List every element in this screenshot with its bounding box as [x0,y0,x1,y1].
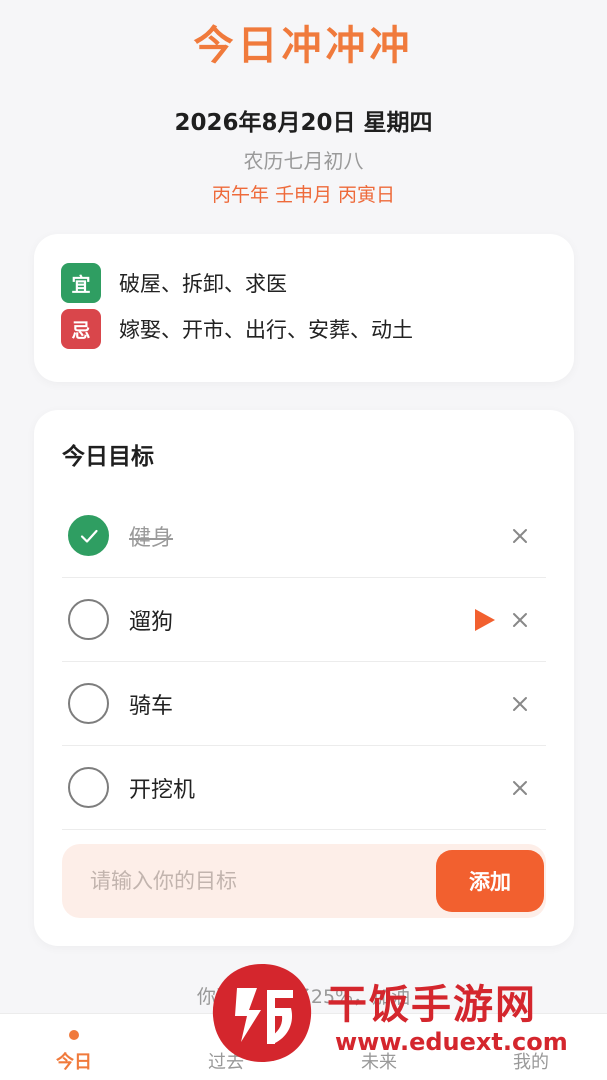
active-dot-icon [69,1030,79,1040]
header: 今日冲冲冲 2026年8月20日 星期四 农历七月初八 丙午年 壬申月 丙寅日 [0,0,607,208]
goal-item: 健身 [62,494,546,578]
add-goal-bar: 添加 [62,844,546,918]
goal-input[interactable] [62,844,432,918]
almanac-ji-row: 忌 嫁娶、开市、出行、安葬、动土 [61,309,574,349]
goal-label: 骑车 [129,693,174,719]
goal-item: 遛狗 [62,578,546,662]
ji-badge: 忌 [61,309,101,349]
goal-label: 健身 [129,525,174,551]
goal-item: 开挖机 [62,746,546,830]
goal-item: 骑车 [62,662,546,746]
tab-today[interactable]: 今日 [24,1014,124,1080]
app-title: 今日冲冲冲 [193,23,414,69]
goals-title: 今日目标 [62,444,154,470]
lunar-date-label: 农历七月初八 [243,149,364,173]
goals-card: 今日目标 健身 遛狗 骑车 开挖机 请输入你的目标 添加 [34,410,574,946]
delete-icon[interactable] [508,692,532,716]
watermark-url: www.eduext.com [335,1028,568,1056]
goal-label: 遛狗 [129,609,174,635]
ganzhi-label: 丙午年 壬申月 丙寅日 [211,184,396,206]
almanac-card: 宜 破屋、拆卸、求医 忌 嫁娶、开市、出行、安葬、动土 [34,234,574,382]
watermark: 干饭手游网 www.eduext.com [207,958,597,1068]
checkmark-icon [80,529,98,543]
goal-checkbox[interactable] [68,767,109,808]
almanac-yi-row: 宜 破屋、拆卸、求医 [61,263,574,303]
goal-checkbox-checked[interactable] [68,515,109,556]
tab-label: 今日 [56,1052,92,1073]
add-button[interactable]: 添加 [436,850,544,912]
ji-text: 嫁娶、开市、出行、安葬、动土 [119,318,413,342]
watermark-brand: 干饭手游网 [327,982,537,1028]
delete-icon[interactable] [508,776,532,800]
yi-badge: 宜 [61,263,101,303]
goal-checkbox[interactable] [68,683,109,724]
yi-text: 破屋、拆卸、求医 [119,272,287,296]
date-label: 2026年8月20日 星期四 [174,110,433,136]
watermark-logo-icon [212,964,312,1062]
delete-icon[interactable] [508,608,532,632]
goal-checkbox[interactable] [68,599,109,640]
goal-label: 开挖机 [129,777,196,803]
play-icon[interactable] [474,608,496,632]
delete-icon[interactable] [508,524,532,548]
